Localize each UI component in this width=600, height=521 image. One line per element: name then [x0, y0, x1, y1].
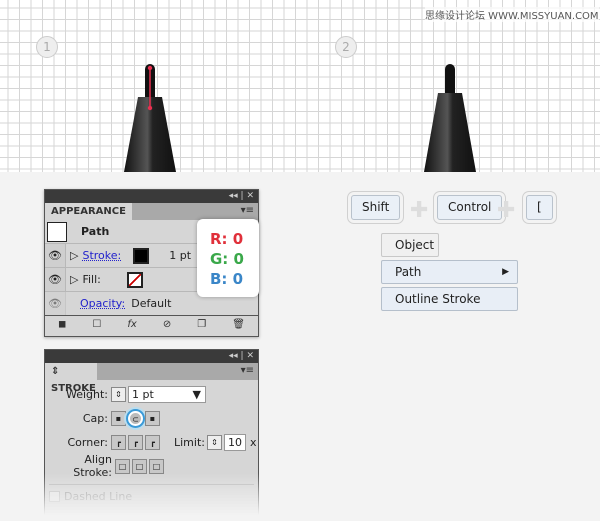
align-center-button[interactable]: □	[115, 458, 130, 474]
trash-icon[interactable]: 🗑	[232, 319, 245, 330]
visibility-eye-icon[interactable]: 👁	[45, 268, 66, 291]
panel-titlebar[interactable]: ◂◂ | ✕	[45, 350, 258, 363]
weight-input[interactable]: 1 pt ▼	[128, 385, 206, 403]
round-cap-button[interactable]: ⊂	[128, 410, 143, 426]
weight-label: Weight:	[65, 387, 108, 401]
dashed-line-checkbox[interactable]	[49, 491, 60, 502]
fx-icon[interactable]: fx	[127, 319, 136, 330]
rgb-r: R: 0	[210, 230, 244, 248]
bevel-join-button[interactable]: ┏	[145, 434, 160, 450]
pen-tip-2	[424, 64, 476, 172]
tab-stroke[interactable]: ⇕ STROKE	[45, 363, 97, 394]
visibility-eye-icon[interactable]: 👁	[45, 244, 66, 267]
round-join-button[interactable]: ┏	[128, 434, 143, 450]
fill-label: Fill:	[82, 273, 101, 286]
opacity-link[interactable]: Opacity:	[80, 297, 125, 310]
panel-menu-icon[interactable]: ▾≡	[241, 205, 254, 216]
fill-none-swatch[interactable]	[126, 271, 143, 288]
stroke-swatch[interactable]	[133, 247, 150, 264]
visibility-eye-icon[interactable]: 👁	[45, 292, 66, 315]
rgb-g: G: 0	[210, 250, 244, 268]
tab-appearance[interactable]: APPEARANCE	[45, 203, 132, 220]
watermark: 思缘设计论坛 WWW.MISSYUAN.COM	[425, 7, 599, 22]
add-fill-icon[interactable]: ☐	[92, 319, 101, 330]
opacity-value: Default	[131, 297, 172, 310]
plus-icon: ✚	[410, 198, 429, 223]
stroke-weight: 1 pt	[169, 249, 192, 262]
object-thumbnail	[47, 221, 67, 242]
key-control: Control	[437, 195, 503, 220]
align-outside-button[interactable]: □	[149, 458, 164, 474]
stroke-link[interactable]: Stroke:	[82, 249, 121, 262]
menu-item-outline-stroke[interactable]: Outline Stroke	[381, 287, 518, 311]
stroke-panel: ◂◂ | ✕ ⇕ STROKE ▾≡ Weight: ⇕ 1 pt ▼ Cap: ▪ ⊂ ▪ …	[44, 349, 259, 515]
weight-stepper[interactable]: ⇕	[111, 386, 126, 402]
panel-menu-icon[interactable]: ▾≡	[241, 365, 254, 376]
key-shift: Shift	[351, 195, 401, 220]
miter-join-button[interactable]: ┏	[111, 434, 126, 450]
object-type: Path	[81, 225, 110, 238]
submenu-arrow-icon: ▶	[502, 267, 509, 277]
step-badge-2: 2	[335, 36, 357, 58]
add-stroke-icon[interactable]: ◼	[58, 319, 66, 330]
projecting-cap-button[interactable]: ▪	[145, 410, 160, 426]
limit-unit: x	[249, 435, 257, 449]
corner-label: Corner:	[67, 435, 108, 449]
menu-item-path[interactable]: Path ▶	[381, 260, 518, 284]
menu-object[interactable]: Object	[381, 233, 439, 257]
rgb-callout: R: 0 G: 0 B: 0	[197, 219, 259, 297]
dashed-line-label: Dashed Line	[64, 490, 133, 503]
align-inside-button[interactable]: □	[132, 458, 147, 474]
plus-icon: ✚	[497, 198, 516, 223]
align-stroke-label: Align Stroke:	[73, 453, 112, 479]
cap-label: Cap:	[82, 411, 108, 425]
artboard-grid	[0, 0, 600, 172]
key-bracket: [	[526, 195, 553, 220]
clear-icon[interactable]: ⊘	[163, 319, 171, 330]
limit-input[interactable]: 10	[223, 433, 246, 451]
step-badge-1: 1	[36, 36, 58, 58]
limit-label: Limit:	[174, 435, 205, 449]
duplicate-icon[interactable]: ❐	[197, 319, 206, 330]
pen-tip-1	[124, 64, 176, 172]
butt-cap-button[interactable]: ▪	[111, 410, 126, 426]
rgb-b: B: 0	[210, 270, 244, 288]
panel-titlebar[interactable]: ◂◂ | ✕	[45, 190, 258, 203]
limit-stepper[interactable]: ⇕	[206, 434, 222, 450]
